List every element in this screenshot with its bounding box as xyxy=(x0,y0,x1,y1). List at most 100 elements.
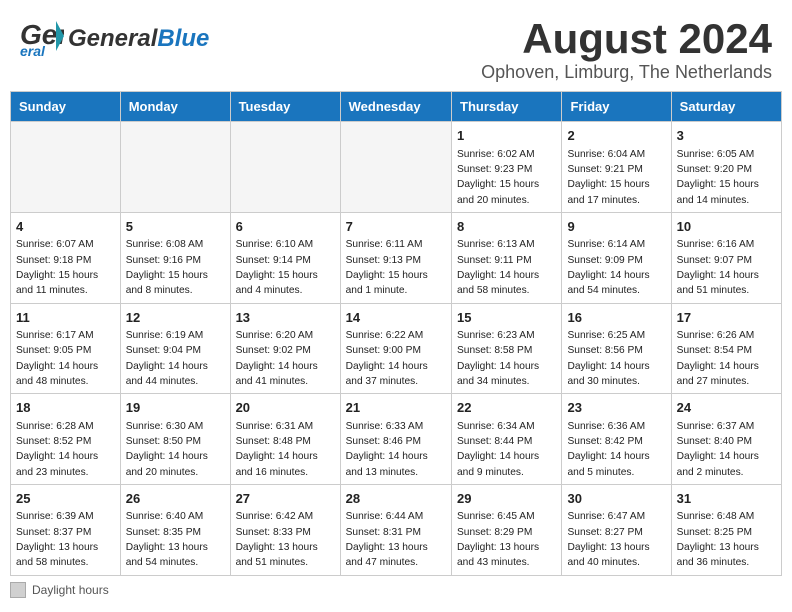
day-info: Sunrise: 6:26 AM Sunset: 8:54 PM Dayligh… xyxy=(677,328,776,389)
table-cell: 14Sunrise: 6:22 AM Sunset: 9:00 PM Dayli… xyxy=(340,303,451,394)
day-info: Sunrise: 6:42 AM Sunset: 8:33 PM Dayligh… xyxy=(236,509,335,570)
svg-text:eral: eral xyxy=(20,43,46,56)
day-number: 30 xyxy=(567,489,665,509)
day-number: 19 xyxy=(126,398,225,418)
page-container: Gen eral GeneralBlue August 2024 Ophoven… xyxy=(0,0,792,610)
col-friday: Friday xyxy=(562,92,671,122)
day-info: Sunrise: 6:19 AM Sunset: 9:04 PM Dayligh… xyxy=(126,328,225,389)
day-number: 5 xyxy=(126,217,225,237)
day-number: 7 xyxy=(346,217,446,237)
week-row-3: 18Sunrise: 6:28 AM Sunset: 8:52 PM Dayli… xyxy=(11,394,782,485)
table-cell: 16Sunrise: 6:25 AM Sunset: 8:56 PM Dayli… xyxy=(562,303,671,394)
day-info: Sunrise: 6:36 AM Sunset: 8:42 PM Dayligh… xyxy=(567,419,665,480)
location-subtitle: Ophoven, Limburg, The Netherlands xyxy=(481,62,772,83)
col-tuesday: Tuesday xyxy=(230,92,340,122)
week-row-2: 11Sunrise: 6:17 AM Sunset: 9:05 PM Dayli… xyxy=(11,303,782,394)
logo-area: Gen eral GeneralBlue xyxy=(20,16,209,61)
table-cell: 21Sunrise: 6:33 AM Sunset: 8:46 PM Dayli… xyxy=(340,394,451,485)
table-cell: 13Sunrise: 6:20 AM Sunset: 9:02 PM Dayli… xyxy=(230,303,340,394)
table-cell: 7Sunrise: 6:11 AM Sunset: 9:13 PM Daylig… xyxy=(340,212,451,303)
table-cell: 10Sunrise: 6:16 AM Sunset: 9:07 PM Dayli… xyxy=(671,212,781,303)
table-cell: 22Sunrise: 6:34 AM Sunset: 8:44 PM Dayli… xyxy=(452,394,562,485)
month-year-title: August 2024 xyxy=(481,16,772,62)
table-cell: 19Sunrise: 6:30 AM Sunset: 8:50 PM Dayli… xyxy=(120,394,230,485)
col-saturday: Saturday xyxy=(671,92,781,122)
col-sunday: Sunday xyxy=(11,92,121,122)
table-cell: 18Sunrise: 6:28 AM Sunset: 8:52 PM Dayli… xyxy=(11,394,121,485)
day-number: 4 xyxy=(16,217,115,237)
day-number: 9 xyxy=(567,217,665,237)
day-number: 16 xyxy=(567,308,665,328)
day-number: 18 xyxy=(16,398,115,418)
table-cell: 23Sunrise: 6:36 AM Sunset: 8:42 PM Dayli… xyxy=(562,394,671,485)
day-info: Sunrise: 6:10 AM Sunset: 9:14 PM Dayligh… xyxy=(236,237,335,298)
logo-general-text: GeneralBlue xyxy=(68,27,209,51)
day-number: 25 xyxy=(16,489,115,509)
day-info: Sunrise: 6:37 AM Sunset: 8:40 PM Dayligh… xyxy=(677,419,776,480)
day-info: Sunrise: 6:20 AM Sunset: 9:02 PM Dayligh… xyxy=(236,328,335,389)
day-info: Sunrise: 6:11 AM Sunset: 9:13 PM Dayligh… xyxy=(346,237,446,298)
day-info: Sunrise: 6:23 AM Sunset: 8:58 PM Dayligh… xyxy=(457,328,556,389)
day-number: 21 xyxy=(346,398,446,418)
title-section: August 2024 Ophoven, Limburg, The Nether… xyxy=(481,16,772,83)
day-number: 26 xyxy=(126,489,225,509)
day-info: Sunrise: 6:22 AM Sunset: 9:00 PM Dayligh… xyxy=(346,328,446,389)
day-number: 2 xyxy=(567,126,665,146)
day-info: Sunrise: 6:44 AM Sunset: 8:31 PM Dayligh… xyxy=(346,509,446,570)
table-cell: 1Sunrise: 6:02 AM Sunset: 9:23 PM Daylig… xyxy=(452,122,562,213)
table-cell: 5Sunrise: 6:08 AM Sunset: 9:16 PM Daylig… xyxy=(120,212,230,303)
table-cell: 27Sunrise: 6:42 AM Sunset: 8:33 PM Dayli… xyxy=(230,484,340,575)
day-number: 8 xyxy=(457,217,556,237)
day-info: Sunrise: 6:45 AM Sunset: 8:29 PM Dayligh… xyxy=(457,509,556,570)
table-cell: 8Sunrise: 6:13 AM Sunset: 9:11 PM Daylig… xyxy=(452,212,562,303)
table-cell: 28Sunrise: 6:44 AM Sunset: 8:31 PM Dayli… xyxy=(340,484,451,575)
table-cell: 20Sunrise: 6:31 AM Sunset: 8:48 PM Dayli… xyxy=(230,394,340,485)
day-info: Sunrise: 6:47 AM Sunset: 8:27 PM Dayligh… xyxy=(567,509,665,570)
table-cell: 25Sunrise: 6:39 AM Sunset: 8:37 PM Dayli… xyxy=(11,484,121,575)
col-wednesday: Wednesday xyxy=(340,92,451,122)
day-info: Sunrise: 6:17 AM Sunset: 9:05 PM Dayligh… xyxy=(16,328,115,389)
table-cell: 4Sunrise: 6:07 AM Sunset: 9:18 PM Daylig… xyxy=(11,212,121,303)
day-number: 11 xyxy=(16,308,115,328)
legend-row: Daylight hours xyxy=(0,576,792,600)
day-info: Sunrise: 6:33 AM Sunset: 8:46 PM Dayligh… xyxy=(346,419,446,480)
day-info: Sunrise: 6:40 AM Sunset: 8:35 PM Dayligh… xyxy=(126,509,225,570)
table-cell: 3Sunrise: 6:05 AM Sunset: 9:20 PM Daylig… xyxy=(671,122,781,213)
table-cell xyxy=(340,122,451,213)
day-info: Sunrise: 6:04 AM Sunset: 9:21 PM Dayligh… xyxy=(567,147,665,208)
table-cell: 6Sunrise: 6:10 AM Sunset: 9:14 PM Daylig… xyxy=(230,212,340,303)
day-number: 13 xyxy=(236,308,335,328)
table-cell: 26Sunrise: 6:40 AM Sunset: 8:35 PM Dayli… xyxy=(120,484,230,575)
calendar-table: Sunday Monday Tuesday Wednesday Thursday… xyxy=(10,91,782,575)
table-cell: 11Sunrise: 6:17 AM Sunset: 9:05 PM Dayli… xyxy=(11,303,121,394)
table-cell xyxy=(11,122,121,213)
col-thursday: Thursday xyxy=(452,92,562,122)
day-info: Sunrise: 6:48 AM Sunset: 8:25 PM Dayligh… xyxy=(677,509,776,570)
day-info: Sunrise: 6:34 AM Sunset: 8:44 PM Dayligh… xyxy=(457,419,556,480)
table-cell: 2Sunrise: 6:04 AM Sunset: 9:21 PM Daylig… xyxy=(562,122,671,213)
day-number: 22 xyxy=(457,398,556,418)
day-number: 28 xyxy=(346,489,446,509)
day-number: 24 xyxy=(677,398,776,418)
day-info: Sunrise: 6:13 AM Sunset: 9:11 PM Dayligh… xyxy=(457,237,556,298)
calendar-header-row: Sunday Monday Tuesday Wednesday Thursday… xyxy=(11,92,782,122)
table-cell: 12Sunrise: 6:19 AM Sunset: 9:04 PM Dayli… xyxy=(120,303,230,394)
day-number: 15 xyxy=(457,308,556,328)
day-number: 31 xyxy=(677,489,776,509)
table-cell: 30Sunrise: 6:47 AM Sunset: 8:27 PM Dayli… xyxy=(562,484,671,575)
day-number: 12 xyxy=(126,308,225,328)
general-blue-svg: Gen eral xyxy=(20,16,64,56)
day-number: 6 xyxy=(236,217,335,237)
week-row-4: 25Sunrise: 6:39 AM Sunset: 8:37 PM Dayli… xyxy=(11,484,782,575)
day-info: Sunrise: 6:30 AM Sunset: 8:50 PM Dayligh… xyxy=(126,419,225,480)
table-cell: 15Sunrise: 6:23 AM Sunset: 8:58 PM Dayli… xyxy=(452,303,562,394)
logo: Gen eral GeneralBlue xyxy=(20,16,209,61)
day-number: 27 xyxy=(236,489,335,509)
week-row-1: 4Sunrise: 6:07 AM Sunset: 9:18 PM Daylig… xyxy=(11,212,782,303)
day-number: 14 xyxy=(346,308,446,328)
header: Gen eral GeneralBlue August 2024 Ophoven… xyxy=(0,0,792,91)
table-cell: 24Sunrise: 6:37 AM Sunset: 8:40 PM Dayli… xyxy=(671,394,781,485)
day-number: 1 xyxy=(457,126,556,146)
day-info: Sunrise: 6:07 AM Sunset: 9:18 PM Dayligh… xyxy=(16,237,115,298)
week-row-0: 1Sunrise: 6:02 AM Sunset: 9:23 PM Daylig… xyxy=(11,122,782,213)
